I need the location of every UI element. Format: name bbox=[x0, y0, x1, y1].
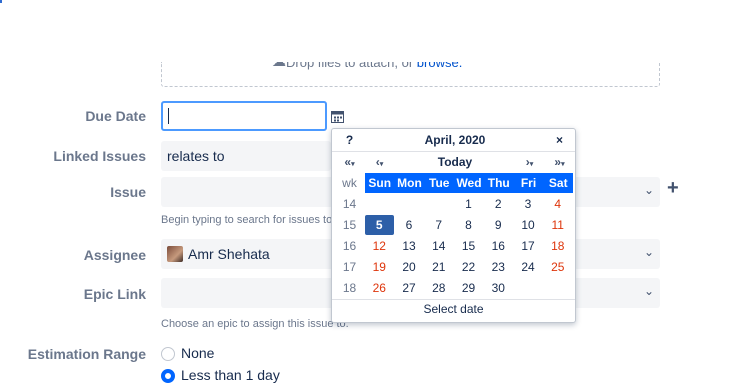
calendar-day[interactable]: 13 bbox=[395, 236, 424, 256]
calendar-day-header-row: wk Sun Mon Tue Wed Thu Fri Sat bbox=[335, 173, 574, 193]
radio-none[interactable] bbox=[161, 347, 175, 361]
day-header-sat: Sat bbox=[543, 173, 574, 193]
day-header-wed: Wed bbox=[454, 173, 484, 193]
estimation-range-label: Estimation Range bbox=[27, 346, 146, 362]
calendar-day[interactable]: 3 bbox=[514, 194, 543, 214]
date-picker-popup: ? April, 2020 × «▾ ‹▾ Today ›▾ »▾ wk Sun M… bbox=[331, 128, 576, 323]
calendar-day[interactable]: 6 bbox=[395, 215, 424, 235]
calendar-empty-cell bbox=[543, 278, 572, 298]
calendar-day[interactable]: 9 bbox=[484, 215, 513, 235]
calendar-day[interactable]: 28 bbox=[424, 278, 453, 298]
chevron-down-icon: ⌄ bbox=[643, 245, 654, 259]
calendar-week-row: 18 26 27 28 29 30 bbox=[335, 278, 573, 298]
calendar-day[interactable]: 12 bbox=[365, 236, 394, 256]
calendar-week-row: 14 1 2 3 4 bbox=[335, 194, 573, 214]
day-header-fri: Fri bbox=[513, 173, 544, 193]
radio-less-than-1-day[interactable] bbox=[161, 369, 175, 383]
epic-link-label: Epic Link bbox=[83, 286, 146, 302]
calendar-day[interactable]: 17 bbox=[514, 236, 543, 256]
calendar-day[interactable]: 27 bbox=[395, 278, 424, 298]
calendar-icon[interactable] bbox=[331, 110, 344, 123]
next-month-button[interactable]: ›▾ bbox=[515, 152, 544, 172]
divider bbox=[332, 299, 575, 300]
calendar-day[interactable]: 14 bbox=[424, 236, 453, 256]
calendar-week-row: 16 12 13 14 15 16 17 18 bbox=[335, 236, 573, 256]
calendar-day[interactable]: 1 bbox=[454, 194, 483, 214]
due-date-input[interactable] bbox=[161, 101, 327, 131]
calendar-help-button[interactable]: ? bbox=[335, 130, 364, 150]
day-header-sun: Sun bbox=[364, 173, 395, 193]
calendar-day[interactable]: 24 bbox=[514, 257, 543, 277]
issue-label: Issue bbox=[110, 184, 146, 200]
calendar-empty-cell bbox=[514, 278, 543, 298]
assignee-value: Amr Shehata bbox=[188, 246, 270, 262]
linked-issues-value: relates to bbox=[167, 148, 225, 164]
chevron-down-icon: ⌄ bbox=[643, 284, 654, 298]
calendar-day[interactable]: 26 bbox=[365, 278, 394, 298]
cloud-upload-icon: ☁ bbox=[272, 62, 286, 70]
browse-link[interactable]: browse. bbox=[417, 62, 463, 70]
chevron-down-icon: ⌄ bbox=[643, 183, 654, 197]
calendar-day[interactable]: 11 bbox=[543, 215, 572, 235]
calendar-day[interactable]: 8 bbox=[454, 215, 483, 235]
calendar-empty-cell bbox=[395, 194, 424, 214]
assignee-label: Assignee bbox=[83, 247, 146, 263]
prev-year-button[interactable]: «▾ bbox=[335, 152, 364, 172]
calendar-day[interactable]: 4 bbox=[543, 194, 572, 214]
linked-issues-label: Linked Issues bbox=[53, 148, 146, 164]
epic-link-help-text: Choose an epic to assign this issue to. bbox=[161, 318, 349, 330]
issue-help-text: Begin typing to search for issues to lin… bbox=[161, 214, 352, 226]
calendar-day[interactable]: 19 bbox=[365, 257, 394, 277]
week-number-header: wk bbox=[342, 176, 357, 190]
calendar-title: April, 2020 bbox=[424, 133, 486, 147]
day-header-mon: Mon bbox=[394, 173, 425, 193]
calendar-week-row: 15 5 6 7 8 9 10 11 bbox=[335, 215, 573, 235]
calendar-day[interactable]: 25 bbox=[543, 257, 572, 277]
calendar-day[interactable]: 22 bbox=[454, 257, 483, 277]
calendar-day[interactable]: 20 bbox=[395, 257, 424, 277]
week-number: 18 bbox=[342, 281, 357, 295]
day-header-thu: Thu bbox=[483, 173, 514, 193]
calendar-day[interactable]: 23 bbox=[484, 257, 513, 277]
week-number: 14 bbox=[342, 197, 357, 211]
calendar-close-button[interactable]: × bbox=[545, 130, 574, 150]
calendar-day[interactable]: 5 bbox=[364, 215, 394, 235]
calendar-day[interactable]: 7 bbox=[424, 215, 453, 235]
calendar-day[interactable]: 15 bbox=[454, 236, 483, 256]
week-number: 15 bbox=[342, 218, 357, 232]
calendar-day[interactable]: 18 bbox=[543, 236, 572, 256]
calendar-day[interactable]: 10 bbox=[514, 215, 543, 235]
calendar-day[interactable]: 16 bbox=[484, 236, 513, 256]
calendar-day[interactable]: 2 bbox=[484, 194, 513, 214]
linked-issues-select[interactable]: relates to bbox=[161, 141, 331, 171]
calendar-footer-status: Select date bbox=[423, 302, 484, 316]
calendar-day[interactable]: 21 bbox=[424, 257, 453, 277]
today-button[interactable]: Today bbox=[395, 152, 515, 172]
dropzone-text: Drop files to attach, or browse. bbox=[286, 62, 462, 70]
next-year-button[interactable]: »▾ bbox=[545, 152, 574, 172]
calendar-empty-cell bbox=[424, 194, 453, 214]
radio-less-than-1-day-label: Less than 1 day bbox=[181, 367, 280, 383]
calendar-week-row: 17 19 20 21 22 23 24 25 bbox=[335, 257, 573, 277]
radio-none-label: None bbox=[181, 345, 215, 361]
corner-dot bbox=[0, 0, 2, 3]
attachment-dropzone[interactable]: ☁ Drop files to attach, or browse. bbox=[161, 62, 660, 87]
week-number: 16 bbox=[342, 239, 357, 253]
day-header-tue: Tue bbox=[424, 173, 455, 193]
due-date-label: Due Date bbox=[85, 108, 146, 124]
calendar-day[interactable]: 29 bbox=[454, 278, 483, 298]
prev-month-button[interactable]: ‹▾ bbox=[365, 152, 394, 172]
calendar-day[interactable]: 30 bbox=[484, 278, 513, 298]
calendar-empty-cell bbox=[365, 194, 394, 214]
week-number: 17 bbox=[342, 260, 357, 274]
plus-icon[interactable]: + bbox=[667, 177, 679, 200]
text-caret bbox=[168, 108, 169, 124]
avatar bbox=[167, 246, 183, 262]
